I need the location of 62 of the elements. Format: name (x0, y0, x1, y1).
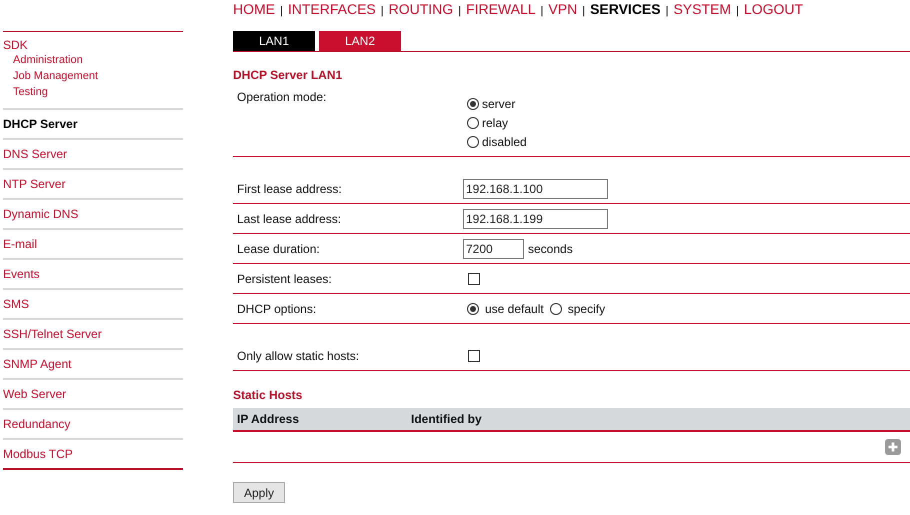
input-field[interactable]: 192.168.1.100 (463, 178, 608, 198)
sidebar-subitem[interactable]: Job Management (13, 68, 98, 84)
sidebar-item[interactable]: NTP Server (3, 177, 66, 191)
radio-label: server (482, 96, 516, 110)
nav-link[interactable]: LOGOUT (744, 1, 804, 17)
radio-label: specify (568, 302, 606, 316)
sidebar-item[interactable]: SSH/Telnet Server (3, 327, 102, 341)
nav-link[interactable]: SERVICES (590, 1, 661, 17)
radio-button[interactable] (467, 98, 479, 110)
nav-link[interactable]: HOME (233, 1, 275, 17)
nav-separator: | (458, 5, 462, 17)
sidebar-item[interactable]: Redundancy (3, 417, 70, 431)
field-label: Operation mode: (236, 90, 328, 104)
nav-link[interactable]: ROUTING (388, 1, 454, 17)
input-field[interactable]: 192.168.1.199 (463, 208, 608, 228)
radio-label: relay (482, 116, 508, 130)
radio-button[interactable] (467, 302, 479, 314)
radio-button[interactable] (467, 116, 479, 128)
radio-label: use default (485, 302, 544, 316)
sidebar-item[interactable]: SNMP Agent (3, 357, 72, 371)
nav-link[interactable]: VPN (548, 1, 578, 17)
field-label: DHCP options: (236, 302, 318, 316)
sidebar-item[interactable]: Dynamic DNS (3, 207, 78, 221)
section-title: DHCP Server LAN1 (233, 68, 344, 84)
field-label: Only allow static hosts: (236, 348, 360, 362)
nav-separator: | (582, 5, 586, 17)
radio-button[interactable] (550, 302, 562, 314)
field-label: Last lease address: (236, 212, 342, 226)
radio-button[interactable] (467, 136, 479, 148)
sidebar-item[interactable]: Web Server (3, 387, 66, 401)
field-label: Persistent leases: (236, 272, 333, 286)
nav-link[interactable]: SYSTEM (673, 1, 732, 17)
nav-separator: | (666, 5, 668, 17)
section-title: Static Hosts (233, 388, 304, 404)
field-label: Lease duration: (236, 242, 321, 256)
nav-separator: | (380, 5, 384, 17)
sidebar-item[interactable]: DNS Server (3, 147, 68, 161)
sidebar-subitem[interactable]: Administration (13, 52, 83, 68)
column-header: IP Address (236, 412, 300, 426)
field-label: First lease address: (236, 182, 343, 196)
sidebar-subitem[interactable]: Testing (13, 84, 48, 100)
sidebar-item[interactable]: Modbus TCP (3, 447, 73, 461)
apply-button[interactable]: Apply (233, 482, 285, 503)
nav-separator: | (736, 5, 739, 17)
sidebar-item[interactable]: E-mail (3, 237, 38, 251)
checkbox[interactable] (468, 272, 480, 284)
nav-link[interactable]: INTERFACES (288, 1, 376, 17)
nav-separator: | (280, 5, 283, 17)
input-field[interactable]: 7200 (463, 238, 524, 258)
radio-label: disabled (482, 134, 527, 148)
sidebar-item[interactable]: SDK (3, 38, 28, 52)
nav-separator: | (540, 5, 544, 17)
tab[interactable]: LAN1 (233, 31, 315, 51)
add-icon[interactable] (885, 439, 901, 455)
tab[interactable]: LAN2 (319, 31, 401, 51)
column-header: Identified by (411, 412, 482, 426)
sidebar-item[interactable]: SMS (3, 297, 30, 311)
sidebar-item[interactable]: Events (3, 267, 40, 281)
sidebar-item[interactable]: DHCP Server (3, 117, 78, 131)
checkbox[interactable] (468, 350, 480, 362)
nav-link[interactable]: FIREWALL (466, 1, 536, 17)
unit-label: seconds (528, 242, 573, 256)
